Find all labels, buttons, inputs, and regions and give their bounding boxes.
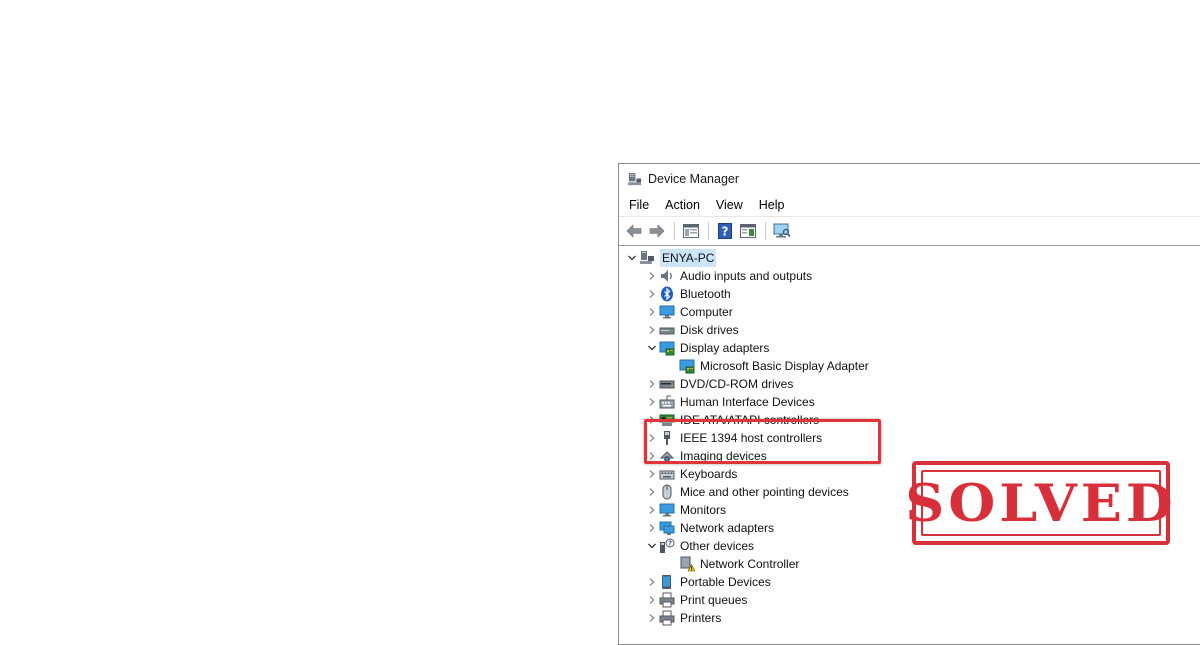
display-adapter-icon	[659, 340, 675, 356]
tree-item-computer[interactable]: Computer	[619, 303, 1200, 321]
network-adapter-icon	[659, 520, 675, 536]
chevron-right-icon[interactable]	[645, 503, 659, 517]
tree-item-label: Network adapters	[680, 521, 775, 535]
tree-item-label: Disk drives	[680, 323, 739, 337]
help-button[interactable]: ?	[714, 220, 736, 242]
tree-item-disk-drives[interactable]: Disk drives	[619, 321, 1200, 339]
forward-arrow-icon	[649, 224, 665, 238]
title-bar: Device Manager	[619, 164, 1200, 194]
menu-view[interactable]: View	[708, 198, 751, 212]
tree-item-label: Computer	[680, 305, 733, 319]
tree-child-label: Microsoft Basic Display Adapter	[700, 359, 869, 373]
bluetooth-icon	[659, 286, 675, 302]
window-title: Device Manager	[648, 172, 740, 186]
computer-icon	[639, 250, 655, 266]
help-icon: ?	[718, 223, 732, 239]
tree-item-label: Human Interface Devices	[680, 395, 815, 409]
update-driver-button[interactable]	[737, 220, 759, 242]
keyboard-icon	[659, 466, 675, 482]
chevron-down-icon[interactable]	[645, 341, 659, 355]
toolbar: ?	[619, 216, 1200, 246]
chevron-right-icon[interactable]	[645, 521, 659, 535]
printer-icon	[659, 592, 675, 608]
printer-icon	[659, 610, 675, 626]
tree-item-label: DVD/CD-ROM drives	[680, 377, 794, 391]
scan-hardware-button[interactable]	[771, 220, 793, 242]
chevron-right-icon[interactable]	[645, 305, 659, 319]
dvd-drive-icon	[659, 376, 675, 392]
tree-item-printers[interactable]: Printers	[619, 609, 1200, 627]
tree-item-portable-devices[interactable]: Portable Devices	[619, 573, 1200, 591]
tree-item-print-queues[interactable]: Print queues	[619, 591, 1200, 609]
chevron-right-icon[interactable]	[645, 287, 659, 301]
svg-text:?: ?	[722, 225, 729, 239]
tree-child-label: Network Controller	[700, 557, 800, 571]
unknown-device-icon: ?	[659, 538, 675, 554]
tree-item-label: Bluetooth	[680, 287, 731, 301]
toolbar-separator	[708, 222, 709, 240]
highlight-box	[644, 419, 881, 464]
mouse-icon	[659, 484, 675, 500]
chevron-down-icon[interactable]	[645, 539, 659, 553]
hid-icon	[659, 394, 675, 410]
tree-item-hid[interactable]: Human Interface Devices	[619, 393, 1200, 411]
tree-item-label: Display adapters	[680, 341, 770, 355]
chevron-right-icon[interactable]	[645, 593, 659, 607]
chevron-right-icon[interactable]	[645, 377, 659, 391]
portable-device-icon	[659, 574, 675, 590]
monitor-icon	[659, 502, 675, 518]
toolbar-separator	[674, 222, 675, 240]
chevron-right-icon[interactable]	[645, 575, 659, 589]
tree-item-label: Monitors	[680, 503, 727, 517]
disk-drive-icon	[659, 322, 675, 338]
device-manager-window: Device Manager File Action View Help ? E…	[618, 163, 1200, 645]
speaker-icon	[659, 268, 675, 284]
tree-root[interactable]: ENYA-PC	[619, 249, 1200, 267]
toolbar-separator	[765, 222, 766, 240]
menu-bar: File Action View Help	[619, 194, 1200, 216]
menu-help[interactable]: Help	[751, 198, 793, 212]
scan-hardware-icon	[773, 223, 791, 238]
menu-action[interactable]: Action	[657, 198, 708, 212]
display-adapter-icon	[679, 358, 695, 374]
chevron-right-icon[interactable]	[645, 485, 659, 499]
chevron-right-icon[interactable]	[645, 611, 659, 625]
chevron-down-icon[interactable]	[625, 251, 639, 265]
back-arrow-icon	[626, 224, 642, 238]
properties-icon	[683, 224, 699, 238]
device-manager-icon	[627, 172, 642, 185]
tree-item-bluetooth[interactable]: Bluetooth	[619, 285, 1200, 303]
warning-device-icon	[679, 556, 695, 572]
properties-button[interactable]	[680, 220, 702, 242]
solved-stamp: SOLVED	[905, 461, 1173, 545]
svg-text:?: ?	[668, 540, 672, 548]
update-driver-icon	[740, 224, 756, 238]
chevron-right-icon[interactable]	[645, 467, 659, 481]
back-button[interactable]	[623, 220, 645, 242]
stamp-text: SOLVED	[905, 472, 1177, 534]
chevron-right-icon[interactable]	[645, 323, 659, 337]
forward-button[interactable]	[646, 220, 668, 242]
tree-item-display-adapters[interactable]: Display adapters	[619, 339, 1200, 357]
tree-item-label: Print queues	[680, 593, 748, 607]
menu-file[interactable]: File	[621, 198, 657, 212]
tree-root-label: ENYA-PC	[660, 249, 717, 267]
tree-item-label: Mice and other pointing devices	[680, 485, 849, 499]
tree-item-label: Keyboards	[680, 467, 738, 481]
tree-item-dvd-drives[interactable]: DVD/CD-ROM drives	[619, 375, 1200, 393]
tree-item-audio[interactable]: Audio inputs and outputs	[619, 267, 1200, 285]
chevron-right-icon[interactable]	[645, 269, 659, 283]
tree-child-network-controller[interactable]: Network Controller	[619, 555, 1200, 573]
tree-item-label: Other devices	[680, 539, 755, 553]
tree-item-label: Audio inputs and outputs	[680, 269, 813, 283]
device-tree: ENYA-PC Audio inputs and outputs Bluetoo…	[619, 246, 1200, 627]
tree-child-microsoft-basic-display-adapter[interactable]: Microsoft Basic Display Adapter	[619, 357, 1200, 375]
tree-item-label: Portable Devices	[680, 575, 771, 589]
monitor-icon	[659, 304, 675, 320]
tree-item-label: Printers	[680, 611, 722, 625]
chevron-right-icon[interactable]	[645, 395, 659, 409]
